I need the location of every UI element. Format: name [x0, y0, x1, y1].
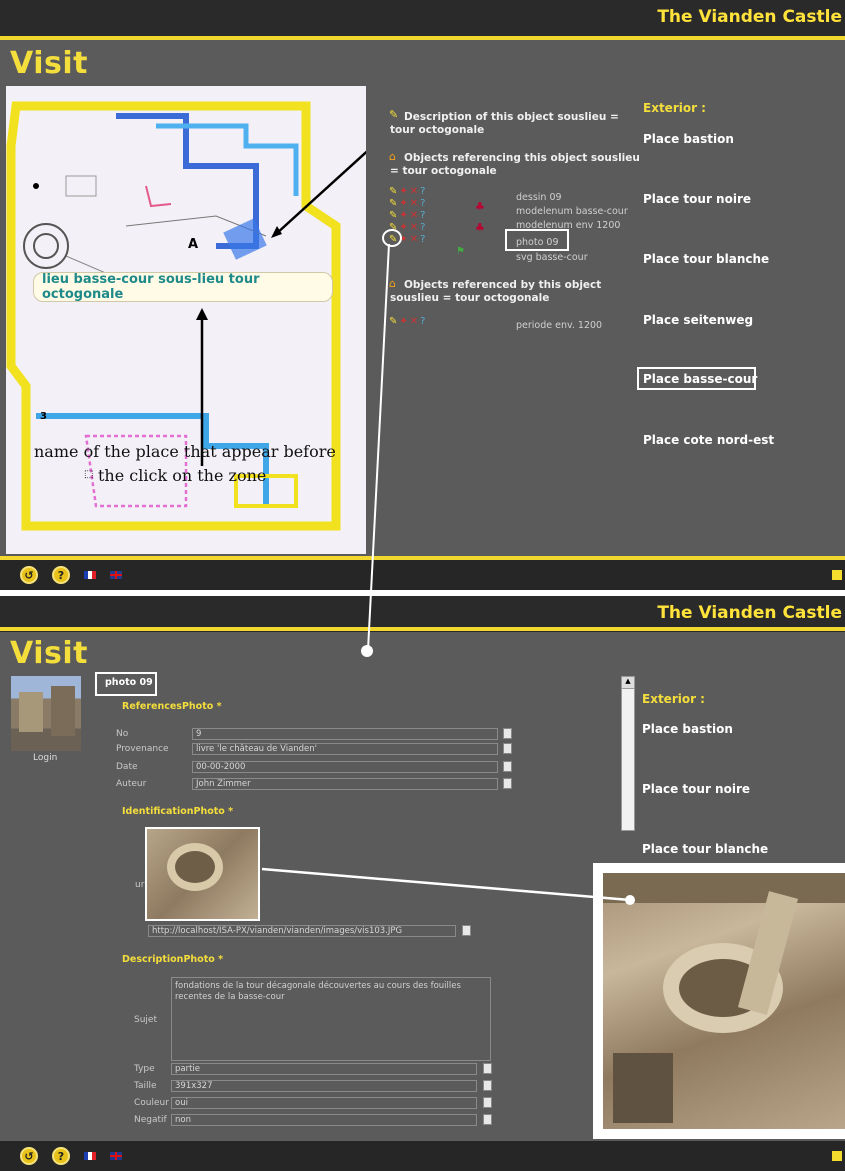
- annotation-connectors: [261, 243, 635, 905]
